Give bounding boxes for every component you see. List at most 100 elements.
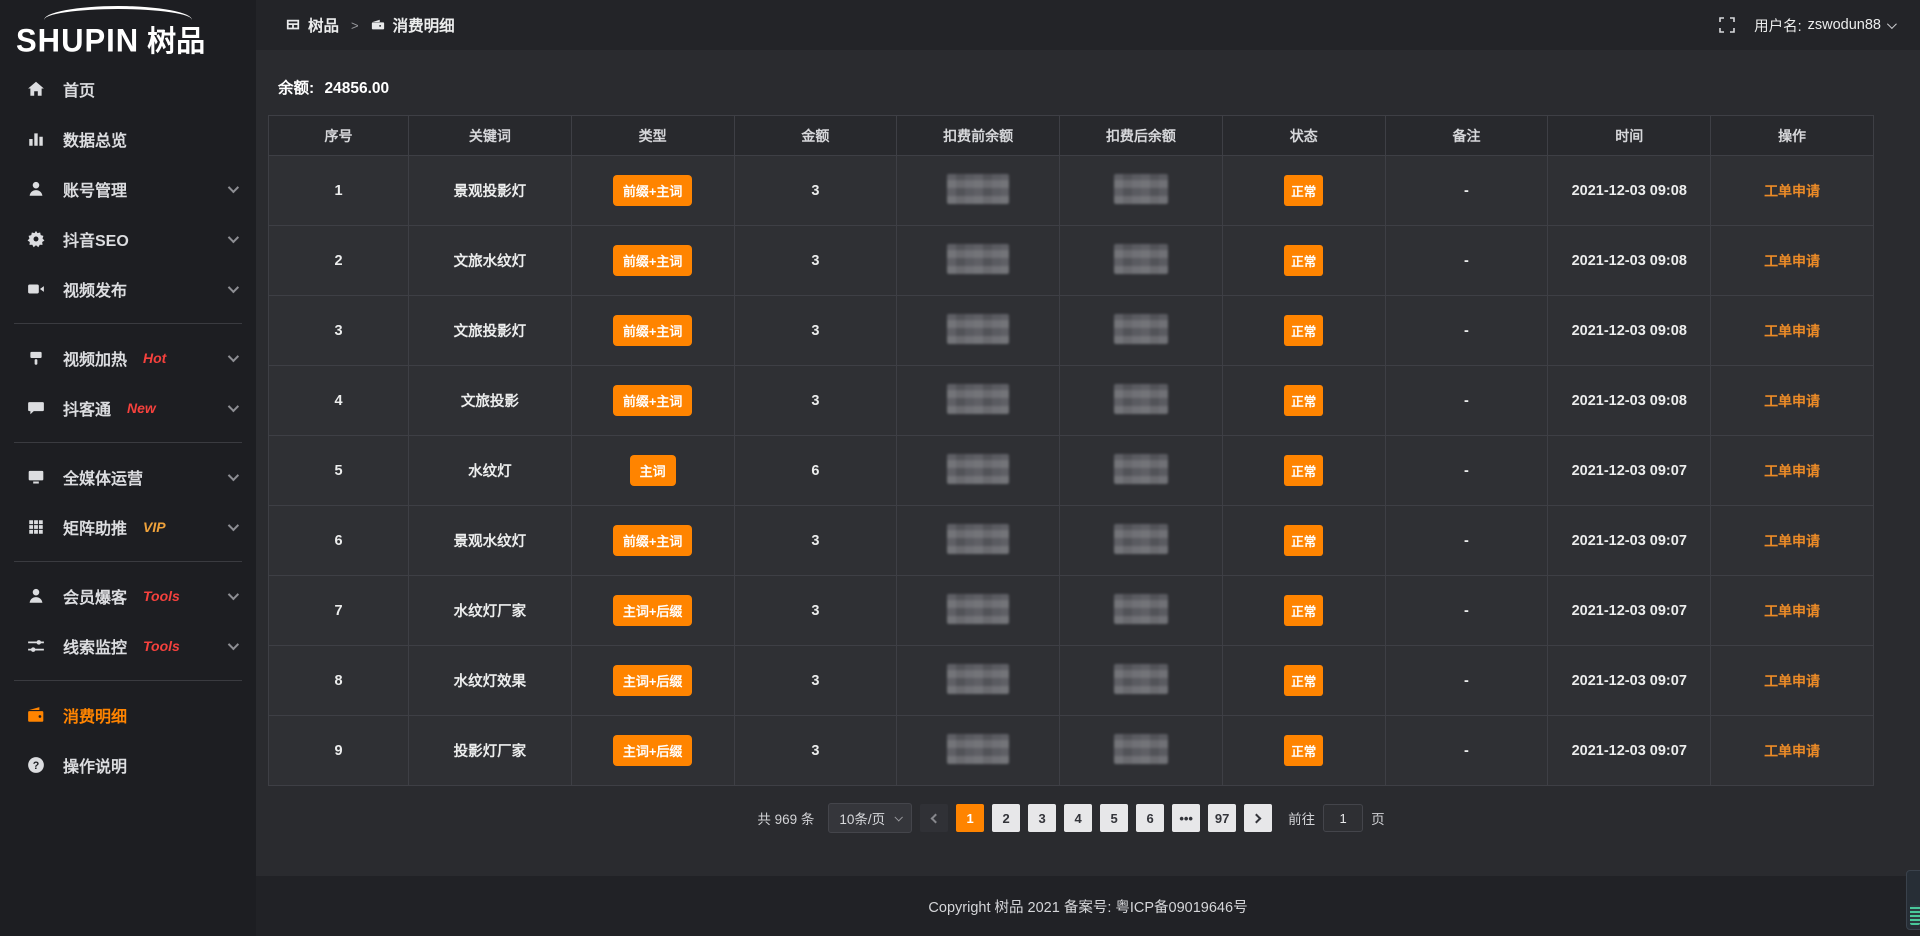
user-icon	[26, 179, 46, 199]
sidebar-item-label: 抖音SEO	[63, 227, 129, 251]
home-icon	[26, 79, 46, 99]
page-button-1[interactable]: 1	[956, 804, 984, 832]
sidebar-item-consumption-detail[interactable]: 消费明细	[0, 690, 256, 740]
breadcrumb-root[interactable]: 树品	[308, 14, 339, 36]
ticket-apply-link[interactable]: 工单申请	[1764, 463, 1820, 479]
sidebar-divider	[14, 323, 242, 324]
cell-keyword: 景观水纹灯	[409, 506, 572, 576]
next-page-button[interactable]	[1244, 804, 1272, 832]
blurred-balance-before	[947, 594, 1009, 624]
cell-index: 8	[269, 646, 409, 716]
video-icon	[26, 279, 46, 299]
type-badge: 前缀+主词	[613, 385, 693, 416]
ticket-apply-link[interactable]: 工单申请	[1764, 743, 1820, 759]
sidebar-menu: 首页 数据总览 账号管理 抖音SEO 视频发布 视频加热 Hot 抖客通 New	[0, 58, 256, 936]
cell-keyword: 文旅水纹灯	[409, 226, 572, 296]
blurred-balance-after	[1114, 734, 1168, 764]
page-button-6[interactable]: 6	[1136, 804, 1164, 832]
type-badge: 前缀+主词	[613, 245, 693, 276]
sidebar-item-video-heat[interactable]: 视频加热 Hot	[0, 333, 256, 383]
topbar-right: 用户名: zswodun88	[1718, 15, 1894, 36]
column-header: 备注	[1385, 116, 1548, 156]
page-button-3[interactable]: 3	[1028, 804, 1056, 832]
cell-time: 2021-12-03 09:08	[1548, 226, 1711, 296]
chevron-down-icon	[895, 813, 903, 821]
status-badge: 正常	[1284, 315, 1323, 346]
cell-keyword: 景观投影灯	[409, 156, 572, 226]
ticket-apply-link[interactable]: 工单申请	[1764, 603, 1820, 619]
sidebar-item-douketong[interactable]: 抖客通 New	[0, 383, 256, 433]
cell-amount: 6	[734, 436, 897, 506]
cell-keyword: 水纹灯效果	[409, 646, 572, 716]
cell-amount: 3	[734, 506, 897, 576]
floating-widget[interactable]	[1906, 870, 1920, 930]
type-badge: 主词	[630, 455, 676, 486]
ticket-apply-link[interactable]: 工单申请	[1764, 533, 1820, 549]
sidebar-divider	[14, 680, 242, 681]
table-row: 3 文旅投影灯 前缀+主词 3 正常 - 2021-12-03 09:08 工单…	[269, 296, 1874, 366]
cell-amount: 3	[734, 716, 897, 786]
sidebar-item-member-burst[interactable]: 会员爆客 Tools	[0, 571, 256, 621]
page-button-4[interactable]: 4	[1064, 804, 1092, 832]
balance-value: 24856.00	[324, 80, 389, 97]
ticket-apply-link[interactable]: 工单申请	[1764, 393, 1820, 409]
type-badge: 主词+后缀	[613, 665, 693, 696]
consumption-table: 序号关键词类型金额扣费前余额扣费后余额状态备注时间操作 1 景观投影灯 前缀+主…	[268, 115, 1874, 786]
sidebar-item-clue-monitor[interactable]: 线索监控 Tools	[0, 621, 256, 671]
page-button-5[interactable]: 5	[1100, 804, 1128, 832]
chart-icon	[26, 129, 46, 149]
sidebar-item-instructions[interactable]: ? 操作说明	[0, 740, 256, 790]
table-row: 5 水纹灯 主词 6 正常 - 2021-12-03 09:07 工单申请	[269, 436, 1874, 506]
ticket-apply-link[interactable]: 工单申请	[1764, 673, 1820, 689]
ticket-apply-link[interactable]: 工单申请	[1764, 253, 1820, 269]
cell-time: 2021-12-03 09:08	[1548, 156, 1711, 226]
chevron-right-icon	[1252, 813, 1262, 823]
cell-keyword: 水纹灯厂家	[409, 576, 572, 646]
logo: SHUPIN 树品	[0, 0, 256, 58]
page-size-select[interactable]: 10条/页	[828, 803, 912, 833]
sidebar-item-home[interactable]: 首页	[0, 64, 256, 114]
prev-page-button[interactable]	[920, 804, 948, 832]
sidebar: SHUPIN 树品 首页 数据总览 账号管理 抖音SEO 视频发布	[0, 0, 256, 936]
sidebar-item-label: 数据总览	[63, 127, 127, 151]
table-row: 9 投影灯厂家 主词+后缀 3 正常 - 2021-12-03 09:07 工单…	[269, 716, 1874, 786]
type-badge: 前缀+主词	[613, 525, 693, 556]
column-header: 操作	[1711, 116, 1874, 156]
page-ellipsis-button[interactable]: •••	[1172, 804, 1200, 832]
table-row: 2 文旅水纹灯 前缀+主词 3 正常 - 2021-12-03 09:08 工单…	[269, 226, 1874, 296]
page-button-97[interactable]: 97	[1208, 804, 1236, 832]
cell-index: 9	[269, 716, 409, 786]
sliders-icon	[26, 636, 46, 656]
main-column: 树品 > 消费明细 用户名: zswodun88	[256, 0, 1920, 936]
sidebar-item-all-media[interactable]: 全媒体运营	[0, 452, 256, 502]
sidebar-item-label: 线索监控	[63, 634, 127, 658]
blurred-balance-before	[947, 734, 1009, 764]
cell-remark: -	[1385, 366, 1548, 436]
blurred-balance-before	[947, 454, 1009, 484]
fullscreen-icon[interactable]	[1718, 16, 1736, 34]
ticket-apply-link[interactable]: 工单申请	[1764, 323, 1820, 339]
breadcrumb-current: 消费明细	[393, 14, 455, 36]
blurred-balance-before	[947, 314, 1009, 344]
cell-index: 1	[269, 156, 409, 226]
type-badge: 主词+后缀	[613, 595, 693, 626]
sidebar-item-label: 矩阵助推	[63, 515, 127, 539]
chat-icon	[26, 398, 46, 418]
sidebar-item-douyin-seo[interactable]: 抖音SEO	[0, 214, 256, 264]
sidebar-item-label: 抖客通	[63, 396, 111, 420]
goto-page-input[interactable]	[1323, 804, 1363, 832]
content: 余额: 24856.00 序号关键词类型金额扣费前余额扣费后余额状态备注时间操作…	[256, 50, 1920, 876]
cell-time: 2021-12-03 09:07	[1548, 576, 1711, 646]
sidebar-item-video-publish[interactable]: 视频发布	[0, 264, 256, 314]
sidebar-item-data-overview[interactable]: 数据总览	[0, 114, 256, 164]
ticket-apply-link[interactable]: 工单申请	[1764, 183, 1820, 199]
cell-time: 2021-12-03 09:07	[1548, 716, 1711, 786]
sidebar-item-matrix-boost[interactable]: 矩阵助推 VIP	[0, 502, 256, 552]
sidebar-item-badge: Tools	[143, 588, 180, 604]
user-menu[interactable]: 用户名: zswodun88	[1754, 15, 1894, 36]
balance: 余额: 24856.00	[268, 76, 1874, 98]
page-button-2[interactable]: 2	[992, 804, 1020, 832]
chevron-down-icon	[228, 182, 239, 193]
topbar: 树品 > 消费明细 用户名: zswodun88	[256, 0, 1920, 50]
sidebar-item-account-manage[interactable]: 账号管理	[0, 164, 256, 214]
